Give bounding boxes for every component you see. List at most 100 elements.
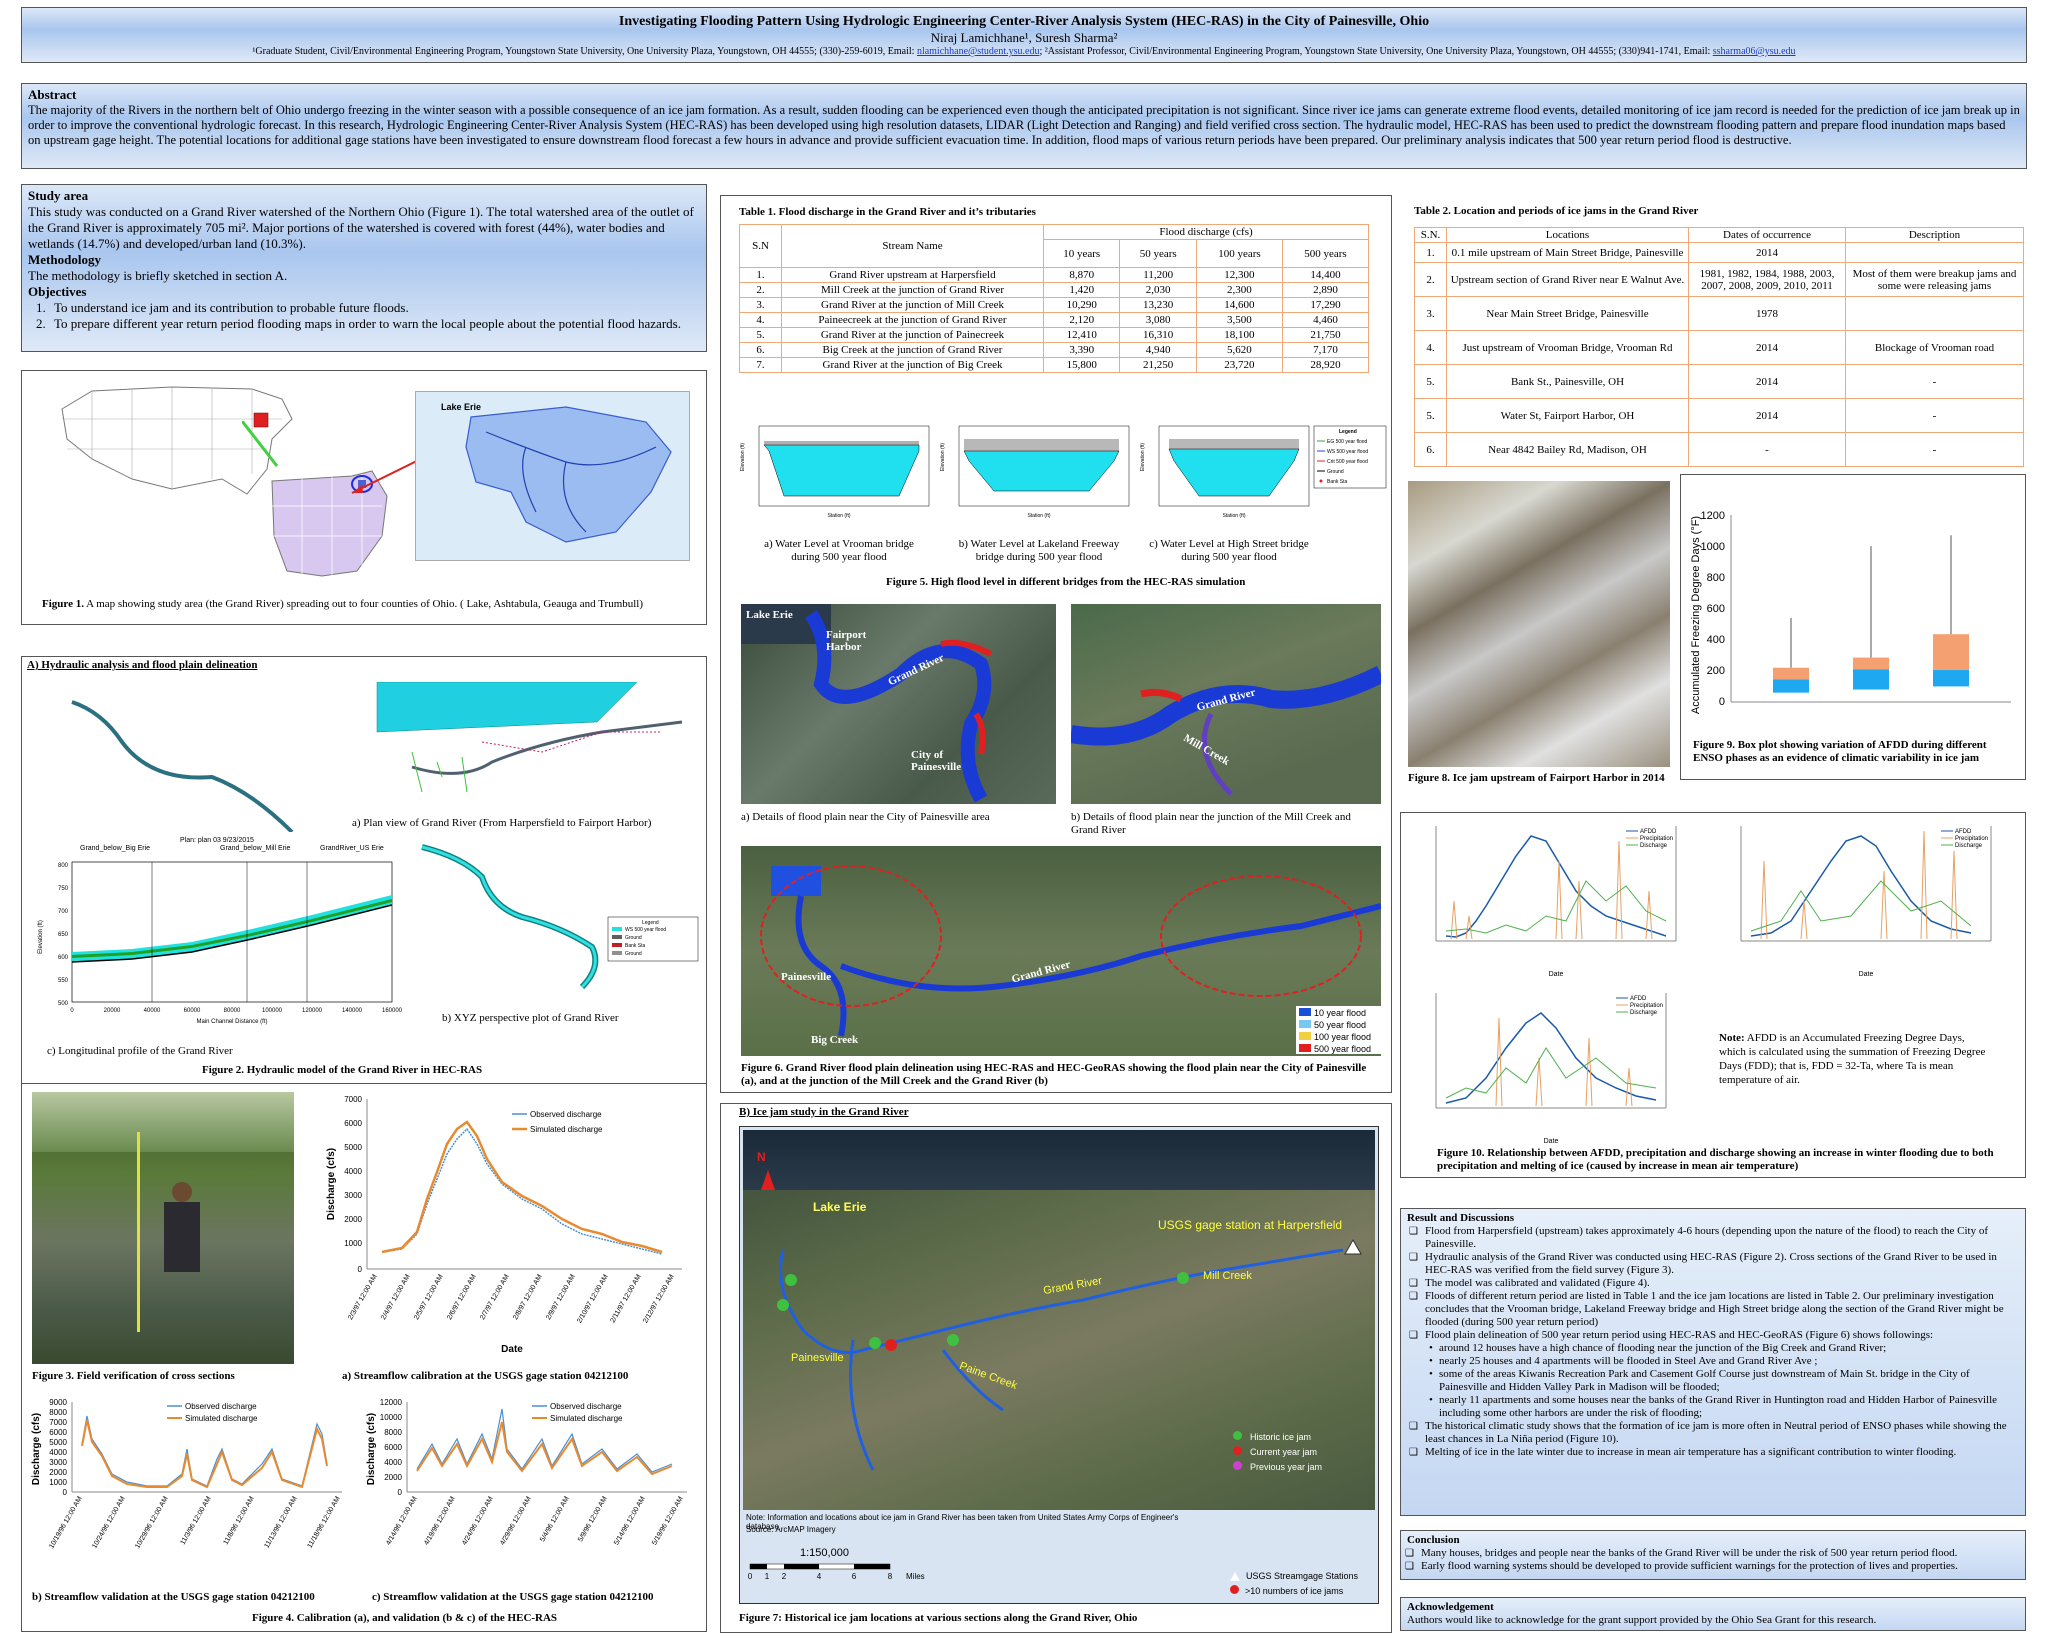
t1-row-2: 2. Mill Creek at the junction of Grand Ri… (739, 282, 1370, 298)
profile-ylabel: Elevation (ft) (38, 920, 44, 954)
results-box: Result and Discussions Flood from Harper… (1400, 1208, 2026, 1516)
validation-chart-b: 9000 8000 7000 6000 5000 4000 3000 2000 … (27, 1394, 357, 1594)
figure-3-4-box: Figure 3. Field verification of cross se… (21, 1084, 707, 1632)
box-ytick-1000: 1000 (1701, 541, 1725, 553)
box-category-2: Neutral (1933, 714, 1968, 715)
afdd-chart-3: AFDD Precipitation Discharge Date (1435, 993, 1667, 1145)
conclusion-box: Conclusion Many houses, bridges and peop… (1400, 1530, 2026, 1580)
val-c-ylabel: Discharge (cfs) (366, 1413, 377, 1485)
c3-xlabel: Date (1544, 1138, 1559, 1145)
val-b-ytick-9: 0 (63, 1488, 68, 1497)
profile-xtick-2: 40000 (144, 1008, 161, 1014)
box-lower-0 (1773, 679, 1809, 693)
val-b-ytick-0: 9000 (49, 1398, 67, 1407)
xs-b-xlabel: Station (ft) (1027, 513, 1050, 519)
figure-9-box: 1200 1000 800 600 400 200 0 La Niña El Ni… (1680, 474, 2026, 780)
t1-row-1: 1. Grand River upstream at Harpersfield 8,… (739, 267, 1370, 283)
study-area-heading: Study area (28, 188, 89, 203)
fig6b-caption: b) Details of flood plain near the junct… (1071, 811, 1351, 836)
val-b-xtick-6: 11/18/96 12:00 AM (307, 1495, 342, 1549)
cal-a-xtick-0: 2/3/97 12:00 AM (347, 1273, 379, 1321)
figure-4c-caption: c) Streamflow validation at the USGS gag… (372, 1591, 654, 1603)
val-b-xtick-2: 10/29/96 12:00 AM (134, 1495, 170, 1550)
table-2-title: Table 2. Location and periods of ice jam… (1414, 205, 1699, 217)
c2-legend-discharge: Discharge (1955, 843, 1983, 849)
xyz-legend-ground-2: Ground (625, 951, 642, 957)
profile-ytick-550: 550 (58, 978, 69, 984)
figure-1-caption: Figure 1. A map showing study area (the … (42, 598, 644, 610)
profile-label-3: Grand_below_Mill Erie (220, 845, 291, 852)
val-c-xtick-0: 4/14/96 12:00 AM (385, 1495, 419, 1546)
figure-8-caption: Figure 8. Ice jam upstream of Fairport H… (1408, 772, 1665, 784)
t2-row-4: 4. Just upstream of Vrooman Bridge, Vroom… (1414, 330, 2024, 365)
t2-row-6: 5. Water St, Fairport Harbor, OH 2014- (1414, 398, 2024, 433)
legend-historic: Historic ice jam (1233, 1430, 1373, 1445)
scale-0: 0 (748, 1572, 753, 1581)
wide-map-painesville: Painesville (781, 971, 832, 983)
ice-map-lake-erie: Lake Erie (813, 1200, 867, 1214)
legend-bottom: USGS Streamgage Stations >10 numbers of … (1230, 1569, 1375, 1599)
val-c-xtick-3: 4/29/96 12:00 AM (499, 1495, 533, 1546)
results-sublist: around 12 houses have a high chance of f… (1407, 1342, 2019, 1420)
box-ytick-1200: 1200 (1701, 510, 1725, 522)
xs-legend-eg: EG 500 year flood (1327, 439, 1368, 445)
fig5c-caption: c) Water Level at High Street bridge dur… (1149, 538, 1309, 563)
t1-year-100: 100 years (1195, 239, 1283, 268)
result-item-6: The historical climatic study shows that… (1409, 1420, 2019, 1446)
floodplain-map-a: Lake Erie Fairport Harbor Grand River Ci… (741, 604, 1056, 804)
email-link-2[interactable]: ssharma06@ysu.edu (1713, 46, 1796, 57)
results-list-2: The historical climatic study shows that… (1407, 1420, 2019, 1459)
scale-1: 1 (765, 1572, 770, 1581)
box-ytick-200: 200 (1707, 665, 1725, 677)
ice-jam-map-frame: N Lake Erie USGS gage station at Harpers… (739, 1126, 1379, 1604)
plan-view-caption: a) Plan view of Grand River (From Harper… (352, 817, 652, 829)
section-b-heading: B) Ice jam study in the Grand River (739, 1106, 909, 1118)
cal-a-ytick-0: 7000 (344, 1095, 362, 1104)
val-b-ytick-2: 7000 (49, 1418, 67, 1427)
results-heading: Result and Discussions (1407, 1212, 1514, 1224)
acknowledgement-heading: Acknowledgement (1407, 1601, 1494, 1613)
t1-row-5: 5. Grand River at the junction of Painecr… (739, 327, 1370, 343)
poster-header: Investigating Flooding Pattern Using Hyd… (21, 7, 2027, 63)
c3-legend-afdd: AFDD (1630, 996, 1647, 1002)
legend-500yr: 500 year flood (1299, 1043, 1378, 1055)
objectives-heading: Objectives (28, 284, 87, 299)
val-c-xtick-1: 4/19/96 12:00 AM (423, 1495, 457, 1546)
cal-a-xtick-3: 2/6/97 12:00 AM (446, 1273, 478, 1321)
t1-row-7: 7. Grand River at the junction of Big Cre… (739, 357, 1370, 373)
result-item-1: Flood from Harpersfield (upstream) takes… (1409, 1225, 2019, 1251)
xs-c-ylabel: Elevation (ft) (1140, 443, 1146, 471)
conclusion-list: Many houses, bridges and people near the… (1405, 1547, 2019, 1573)
abstract-box: Abstract The majority of the Rivers in t… (21, 83, 2027, 169)
legend-10yr: 10 year flood (1299, 1007, 1378, 1019)
t1-header-flood: Flood discharge (cfs) (1043, 224, 1369, 240)
c1-legend-discharge: Discharge (1640, 843, 1668, 849)
email-link-1[interactable]: nlamichhane@student.ysu.edu (917, 46, 1040, 57)
legend-10-jams: >10 numbers of ice jams (1230, 1584, 1375, 1599)
box-ytick-800: 800 (1707, 572, 1725, 584)
scale-bar: 0 1 2 4 6 8 Miles (748, 1563, 925, 1581)
val-c-ytick-2: 8000 (384, 1428, 402, 1437)
cal-a-ytick-5: 2000 (344, 1215, 362, 1224)
profile-xtick-6: 120000 (302, 1008, 323, 1014)
scale-8: 8 (888, 1572, 893, 1581)
profile-xtick-5: 100000 (262, 1008, 283, 1014)
result-sub-4: nearly 11 apartments and some houses nea… (1429, 1394, 2019, 1420)
val-b-xtick-5: 11/13/96 12:00 AM (264, 1495, 299, 1549)
watershed-map: Lake Erie (415, 391, 690, 561)
profile-label-1: Grand_below_Big Erie (80, 845, 151, 852)
t1-row-6: 6. Big Creek at the junction of Grand Riv… (739, 342, 1370, 358)
afdd-chart-2: AFDD Precipitation Discharge Date (1740, 826, 1992, 978)
legend-50yr: 50 year flood (1299, 1019, 1378, 1031)
result-item-3: The model was calibrated and validated (… (1409, 1277, 2019, 1290)
affiliation-2: ; ²Assistant Professor, Civil/Environmen… (1039, 46, 1713, 57)
table-2-area: Table 2. Location and periods of ice jam… (1414, 195, 2030, 475)
conclusion-item-2: Early flood warning systems should be de… (1405, 1560, 2019, 1573)
floodplain-map-b: Grand River Mill Creek (1071, 604, 1381, 804)
t2-h-desc: Description (1845, 227, 2024, 243)
result-item-2: Hydraulic analysis of the Grand River wa… (1409, 1251, 2019, 1277)
val-b-ytick-4: 5000 (49, 1438, 67, 1447)
profile-ytick-650: 650 (58, 932, 69, 938)
profile-xtick-1: 20000 (104, 1008, 121, 1014)
xs-a-ylabel: Elevation (ft) (740, 443, 746, 471)
